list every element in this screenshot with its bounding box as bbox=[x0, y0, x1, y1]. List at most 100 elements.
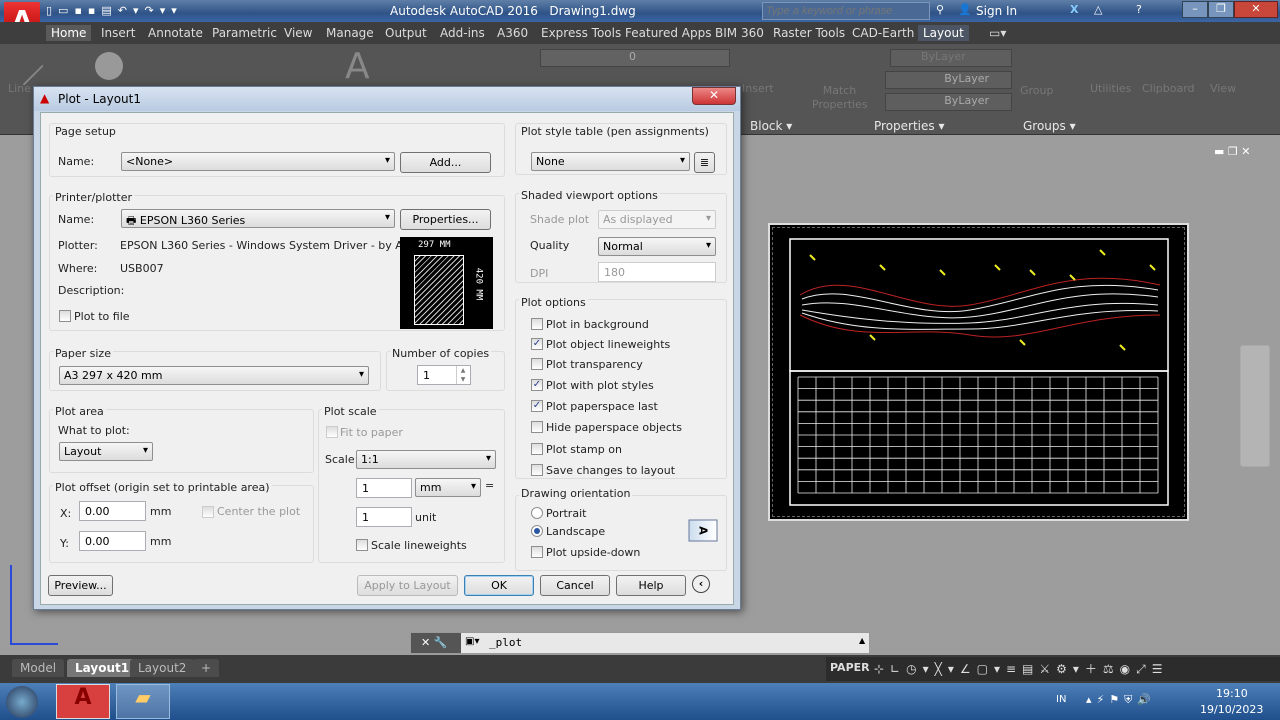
insert-label[interactable]: Insert bbox=[742, 82, 774, 95]
tab-layout1[interactable]: Layout1 bbox=[67, 659, 138, 677]
plot-option-checkbox[interactable] bbox=[531, 358, 543, 370]
apply-to-layout-button[interactable]: Apply to Layout bbox=[357, 575, 458, 596]
tab-a360[interactable]: A360 bbox=[492, 25, 533, 41]
command-line[interactable]: ✕ 🔧 ▣▾ _plot ▲ bbox=[410, 632, 870, 654]
tab-raster-tools[interactable]: Raster Tools bbox=[768, 25, 850, 41]
command-prompt-icon[interactable]: ▣▾ bbox=[465, 636, 479, 647]
match-properties-label[interactable]: Match Properties bbox=[812, 84, 868, 112]
clock-date[interactable]: 19/10/2023 bbox=[1200, 703, 1263, 716]
center-plot-checkbox[interactable] bbox=[202, 506, 214, 518]
fit-to-paper-checkbox[interactable] bbox=[326, 426, 338, 438]
plot-option-label[interactable]: Save changes to layout bbox=[546, 464, 675, 477]
scale-unit-select[interactable]: mm bbox=[415, 478, 481, 497]
tab-parametric[interactable]: Parametric bbox=[207, 25, 282, 41]
plot-to-file-checkbox[interactable] bbox=[59, 310, 71, 322]
search-input[interactable] bbox=[762, 2, 930, 20]
plot-option-label[interactable]: Plot in background bbox=[546, 318, 649, 331]
taskbar-autocad[interactable]: A bbox=[56, 684, 110, 719]
color-dropdown[interactable]: ByLayer bbox=[890, 49, 1012, 67]
plot-option-checkbox[interactable] bbox=[531, 464, 543, 476]
group-label[interactable]: Group bbox=[1020, 84, 1054, 97]
tab-annotate[interactable]: Annotate bbox=[143, 25, 208, 41]
binoculars-icon[interactable]: ⚲ bbox=[936, 3, 944, 16]
tab-view[interactable]: View bbox=[279, 25, 317, 41]
paper-size-select[interactable]: A3 297 x 420 mm bbox=[59, 366, 369, 385]
line-tool-label[interactable]: Line bbox=[8, 82, 31, 95]
printer-name-select[interactable]: 🖶 EPSON L360 Series bbox=[121, 209, 395, 228]
tab-manage[interactable]: Manage bbox=[321, 25, 379, 41]
tray-icons[interactable]: ▴⚡⚑⛨🔊 bbox=[1086, 693, 1156, 707]
dialog-title-bar[interactable]: ▲ Plot - Layout1 ✕ bbox=[34, 87, 740, 111]
plot-option-label[interactable]: Hide paperspace objects bbox=[546, 421, 682, 434]
scale-select[interactable]: 1:1 bbox=[356, 450, 496, 469]
language-indicator[interactable]: IN bbox=[1056, 694, 1066, 705]
tab-insert[interactable]: Insert bbox=[96, 25, 140, 41]
scale-numerator-input[interactable]: 1 bbox=[356, 478, 412, 498]
exchange-icon[interactable]: X bbox=[1070, 3, 1078, 16]
panel-toggle-icon[interactable]: ▭▾ bbox=[984, 25, 1011, 41]
circle-icon[interactable] bbox=[95, 52, 123, 80]
page-setup-name-select[interactable]: <None> bbox=[121, 152, 395, 171]
minimize-button[interactable]: – bbox=[1182, 1, 1208, 18]
groups-panel-label[interactable]: Groups ▾ bbox=[1023, 119, 1076, 133]
status-tool-icons[interactable]: ⊹∟◷▾╳▾∠▢▾≡▤⚔⚙▾＋⚖◉⤢☰ bbox=[874, 660, 1169, 677]
layer-dropdown[interactable]: 0 bbox=[540, 49, 730, 67]
a360-icon[interactable]: △ bbox=[1094, 3, 1102, 16]
block-panel-label[interactable]: Block ▾ bbox=[750, 119, 792, 133]
linetype-dropdown[interactable]: ByLayer bbox=[885, 71, 1012, 89]
upside-down-label[interactable]: Plot upside-down bbox=[546, 546, 640, 559]
edit-plot-style-icon[interactable]: ≣ bbox=[694, 152, 715, 173]
text-icon[interactable]: A bbox=[345, 46, 370, 87]
tab-bim-360[interactable]: BIM 360 bbox=[710, 25, 769, 41]
help-icon[interactable]: ? bbox=[1136, 3, 1142, 16]
line-icon[interactable] bbox=[4, 46, 44, 86]
tab-model[interactable]: Model bbox=[12, 659, 65, 677]
plot-option-checkbox[interactable] bbox=[531, 421, 543, 433]
dpi-input[interactable]: 180 bbox=[598, 262, 716, 282]
plot-option-checkbox[interactable]: ✓ bbox=[531, 338, 543, 350]
scale-lineweights-checkbox[interactable] bbox=[356, 539, 368, 551]
what-to-plot-select[interactable]: Layout bbox=[59, 442, 153, 461]
portrait-radio[interactable] bbox=[531, 507, 543, 519]
tab-layout[interactable]: Layout bbox=[918, 25, 969, 41]
preview-button[interactable]: Preview... bbox=[48, 575, 113, 596]
dialog-close-button[interactable]: ✕ bbox=[692, 87, 736, 105]
tab-cad-earth[interactable]: CAD-Earth bbox=[847, 25, 919, 41]
restore-button[interactable]: ❐ bbox=[1208, 1, 1234, 18]
command-line-controls[interactable]: ✕ 🔧 bbox=[411, 633, 461, 653]
portrait-label[interactable]: Portrait bbox=[546, 507, 586, 520]
plot-to-file-label[interactable]: Plot to file bbox=[74, 310, 130, 323]
shade-plot-select[interactable]: As displayed bbox=[598, 210, 716, 229]
utilities-button[interactable]: Utilities bbox=[1090, 82, 1131, 95]
tab-layout2[interactable]: Layout2 bbox=[130, 659, 195, 677]
close-button[interactable]: ✕ bbox=[1234, 1, 1278, 18]
plot-option-label[interactable]: Plot with plot styles bbox=[546, 379, 654, 392]
command-history-icon[interactable]: ▲ bbox=[859, 636, 865, 645]
start-button[interactable] bbox=[6, 686, 38, 718]
cancel-button[interactable]: Cancel bbox=[540, 575, 610, 596]
tab-home[interactable]: Home bbox=[46, 25, 92, 41]
command-text[interactable]: _plot bbox=[489, 636, 522, 649]
tab-express-tools[interactable]: Express Tools bbox=[536, 25, 626, 41]
fit-to-paper-label[interactable]: Fit to paper bbox=[340, 426, 403, 439]
tab-output[interactable]: Output bbox=[380, 25, 432, 41]
paper-model-toggle[interactable]: PAPER bbox=[830, 661, 870, 674]
properties-panel-label[interactable]: Properties ▾ bbox=[874, 119, 945, 133]
clock-time[interactable]: 19:10 bbox=[1216, 687, 1248, 700]
center-plot-label[interactable]: Center the plot bbox=[217, 505, 300, 518]
tab-featured-apps[interactable]: Featured Apps bbox=[620, 25, 716, 41]
navigation-bar[interactable] bbox=[1240, 345, 1270, 467]
collapse-options-icon[interactable]: ‹ bbox=[692, 575, 710, 593]
landscape-label[interactable]: Landscape bbox=[546, 525, 605, 538]
sign-in-link[interactable]: Sign In bbox=[976, 4, 1017, 18]
viewport-controls[interactable]: ▬ ❐ ✕ bbox=[1214, 145, 1250, 158]
view-button[interactable]: View bbox=[1210, 82, 1236, 95]
ok-button[interactable]: OK bbox=[464, 575, 534, 596]
plot-option-checkbox[interactable] bbox=[531, 443, 543, 455]
upside-down-checkbox[interactable] bbox=[531, 546, 543, 558]
copies-spinner[interactable]: ▲ ▼ bbox=[456, 366, 469, 384]
plot-option-label[interactable]: Plot paperspace last bbox=[546, 400, 658, 413]
plot-option-label[interactable]: Plot transparency bbox=[546, 358, 643, 371]
help-button[interactable]: Help bbox=[616, 575, 686, 596]
plot-option-label[interactable]: Plot object lineweights bbox=[546, 338, 670, 351]
